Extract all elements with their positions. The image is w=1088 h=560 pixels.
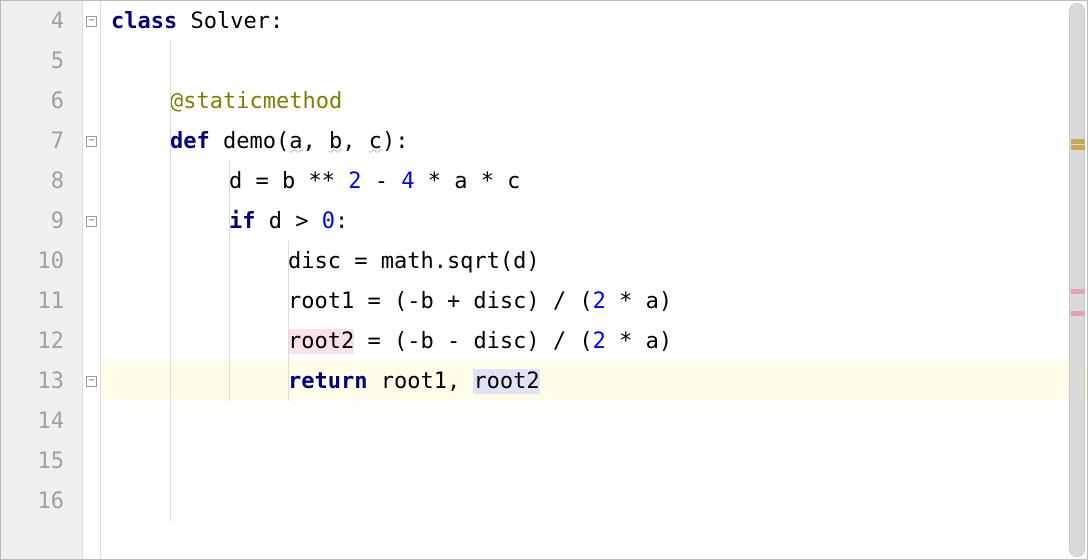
code-line[interactable]: def demo(a, b, c):	[101, 121, 1087, 161]
code-line[interactable]: @staticmethod	[101, 81, 1087, 121]
line-number: 9	[1, 201, 82, 241]
line-number: 16	[1, 481, 82, 521]
fold-cell	[83, 321, 100, 361]
fold-strip	[83, 1, 101, 559]
code-token: b	[329, 129, 342, 154]
fold-cell	[83, 361, 100, 401]
line-number: 11	[1, 281, 82, 321]
code-token: root1,	[381, 369, 474, 394]
code-token: :	[335, 209, 348, 234]
code-token: demo	[223, 129, 276, 154]
code-token: return	[288, 369, 381, 394]
line-number-gutter: 45678910111213141516	[1, 1, 83, 559]
code-token: disc = math.sqrt(d)	[288, 249, 540, 274]
code-token: 2	[593, 289, 606, 314]
line-number: 8	[1, 161, 82, 201]
code-token: d >	[269, 209, 322, 234]
fold-cell	[83, 121, 100, 161]
code-line[interactable]	[101, 481, 1087, 521]
fold-open-icon[interactable]	[86, 216, 97, 227]
code-token: (	[276, 129, 289, 154]
code-token: root1 = (-b + disc) / (	[288, 289, 593, 314]
code-token: 2	[348, 169, 361, 194]
fold-cell	[83, 1, 100, 41]
code-token: root2	[473, 369, 539, 394]
warning-marker[interactable]	[1071, 139, 1085, 144]
code-token: Solver:	[190, 9, 283, 34]
code-token: d = b **	[229, 169, 348, 194]
line-number: 12	[1, 321, 82, 361]
line-number: 14	[1, 401, 82, 441]
code-line[interactable]: class Solver:	[101, 1, 1087, 41]
code-token: * a * c	[414, 169, 520, 194]
line-number: 15	[1, 441, 82, 481]
fold-close-icon[interactable]	[86, 376, 97, 387]
code-line[interactable]	[101, 441, 1087, 481]
code-line[interactable]	[101, 41, 1087, 81]
code-line[interactable]: d = b ** 2 - 4 * a * c	[101, 161, 1087, 201]
line-number: 4	[1, 1, 82, 41]
fold-cell	[83, 441, 100, 481]
code-line[interactable]: disc = math.sqrt(d)	[101, 241, 1087, 281]
code-token: ):	[382, 129, 409, 154]
code-token: ,	[302, 129, 329, 154]
warning-marker[interactable]	[1071, 145, 1085, 150]
code-line[interactable]: return root1, root2	[101, 361, 1087, 401]
scrollbar-thumb[interactable]	[1069, 3, 1085, 557]
line-number: 7	[1, 121, 82, 161]
code-token: root2	[288, 329, 354, 354]
code-token: -	[361, 169, 401, 194]
fold-open-icon[interactable]	[86, 16, 97, 27]
fold-cell	[83, 401, 100, 441]
code-line[interactable]: if d > 0:	[101, 201, 1087, 241]
code-token: def	[170, 129, 223, 154]
fold-cell	[83, 161, 100, 201]
code-token: if	[229, 209, 269, 234]
fold-cell	[83, 281, 100, 321]
code-line[interactable]	[101, 401, 1087, 441]
line-number: 5	[1, 41, 82, 81]
code-token: class	[111, 9, 190, 34]
code-token: @staticmethod	[170, 89, 342, 114]
code-token: ,	[342, 129, 369, 154]
fold-cell	[83, 481, 100, 521]
fold-open-icon[interactable]	[86, 136, 97, 147]
code-token: 4	[401, 169, 414, 194]
code-token: = (-b - disc) / (	[354, 329, 592, 354]
code-token: * a)	[606, 289, 672, 314]
code-token: a	[289, 129, 302, 154]
fold-cell	[83, 81, 100, 121]
code-area[interactable]: class Solver: @staticmethod def demo(a, b,…	[101, 1, 1087, 559]
line-number: 6	[1, 81, 82, 121]
scrollbar-track[interactable]	[1069, 3, 1085, 557]
code-editor: 45678910111213141516 class Solver:@stati…	[1, 1, 1087, 559]
line-number: 13	[1, 361, 82, 401]
code-line[interactable]: root1 = (-b + disc) / (2 * a)	[101, 281, 1087, 321]
fold-cell	[83, 241, 100, 281]
code-line[interactable]: root2 = (-b - disc) / (2 * a)	[101, 321, 1087, 361]
highlight-marker[interactable]	[1071, 289, 1085, 294]
line-number: 10	[1, 241, 82, 281]
fold-cell	[83, 41, 100, 81]
code-token: 2	[593, 329, 606, 354]
code-token: * a)	[606, 329, 672, 354]
code-token: c	[369, 129, 382, 154]
code-token: 0	[322, 209, 335, 234]
highlight-marker[interactable]	[1071, 311, 1085, 316]
fold-cell	[83, 201, 100, 241]
